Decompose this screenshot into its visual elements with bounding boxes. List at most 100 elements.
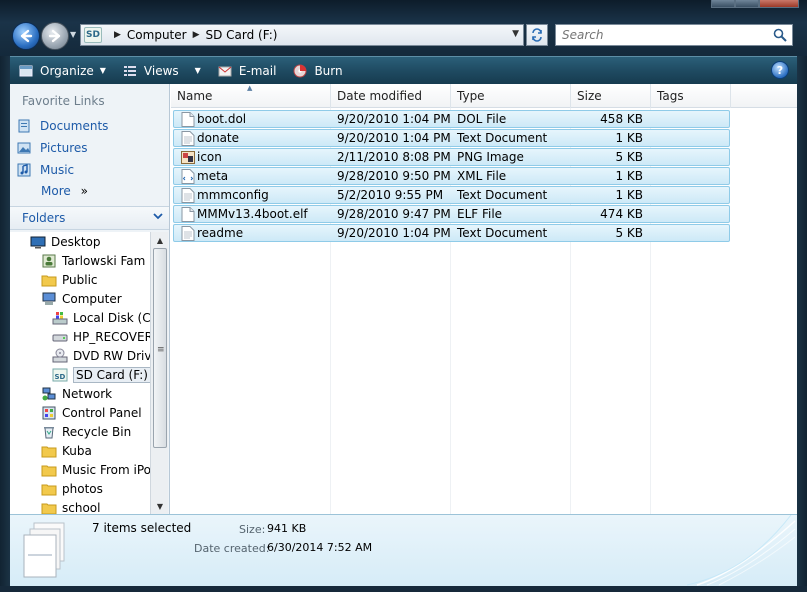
chevron-down-icon: ▼ xyxy=(99,66,106,75)
folder-icon xyxy=(41,462,57,478)
file-size: 474 KB xyxy=(600,207,643,221)
tree-item[interactable]: Computer xyxy=(41,289,122,308)
minimize-button[interactable] xyxy=(711,0,735,8)
forward-arrow-icon xyxy=(48,29,61,43)
search-input[interactable] xyxy=(562,28,762,42)
tree-item[interactable]: Network xyxy=(41,384,112,403)
address-bar[interactable]: SD ▶ Computer ▶ SD Card (F:) ▼ xyxy=(80,24,524,46)
tree-item[interactable]: SD SD Card (F:) xyxy=(52,365,150,384)
date-created-label: Date created: xyxy=(194,542,270,555)
text-file-icon xyxy=(181,226,195,241)
file-type: Text Document xyxy=(457,188,548,202)
file-name: mmmconfig xyxy=(197,188,269,202)
folder-icon xyxy=(41,272,57,288)
tree-item[interactable]: Music From iPod xyxy=(41,460,150,479)
file-name: icon xyxy=(197,150,222,164)
xml-file-icon xyxy=(181,169,195,184)
tree-item[interactable]: Control Panel xyxy=(41,403,142,422)
file-row[interactable]: meta 9/28/2010 9:50 PM XML File 1 KB xyxy=(173,167,730,185)
email-button[interactable]: E-mail xyxy=(209,57,285,85)
tree-item[interactable]: DVD RW Drive xyxy=(52,346,150,365)
desktop-icon xyxy=(30,234,46,250)
file-name: readme xyxy=(197,226,244,240)
organize-button[interactable]: Organize ▼ xyxy=(10,57,114,85)
search-box[interactable] xyxy=(555,24,793,46)
tree-item[interactable]: Recycle Bin xyxy=(41,422,131,441)
favorite-link-documents[interactable]: Documents xyxy=(16,116,108,136)
email-label: E-mail xyxy=(238,63,277,78)
tree-item-label: Public xyxy=(62,272,98,287)
tree-item-label: Desktop xyxy=(51,234,101,249)
file-row[interactable]: MMMv13.4boot.elf 9/28/2010 9:47 PM ELF Fil… xyxy=(173,205,730,223)
selected-count: 7 items selected xyxy=(92,521,192,535)
close-button[interactable] xyxy=(759,0,799,8)
tree-item-label: photos xyxy=(62,481,103,496)
command-bar: Organize ▼ Views ▼ E-mail Burn ? xyxy=(10,56,797,84)
column-header-size[interactable]: Size xyxy=(571,84,651,108)
file-type: PNG Image xyxy=(457,150,524,164)
scroll-up-icon[interactable]: ▲ xyxy=(151,232,169,248)
network-icon xyxy=(41,386,57,402)
search-icon[interactable] xyxy=(773,28,787,42)
tree-item-label: HP_RECOVERY xyxy=(73,329,150,344)
folder-tree-scrollbar[interactable]: ▲ ≡ ▼ xyxy=(150,232,168,514)
file-row[interactable]: boot.dol 9/20/2010 1:04 PM DOL File 458 KB xyxy=(173,110,730,128)
tree-item[interactable]: HP_RECOVERY xyxy=(52,327,150,346)
breadcrumb-sd-card[interactable]: SD Card (F:) xyxy=(206,28,278,42)
tree-item-label: Kuba xyxy=(62,443,92,458)
favorite-link-pictures[interactable]: Pictures xyxy=(16,138,88,158)
drive-icon xyxy=(52,329,68,345)
tree-item[interactable]: school xyxy=(41,498,100,514)
window-frame-bottom xyxy=(0,586,807,592)
column-header-tags[interactable]: Tags xyxy=(651,84,731,108)
folders-bar[interactable]: Folders xyxy=(10,206,169,230)
breadcrumb-computer[interactable]: Computer xyxy=(127,28,187,42)
file-type: Text Document xyxy=(457,131,548,145)
help-button[interactable]: ? xyxy=(771,61,789,79)
column-header-type[interactable]: Type xyxy=(451,84,571,108)
refresh-icon xyxy=(532,28,542,42)
chevron-down-icon[interactable] xyxy=(153,211,163,224)
address-dropdown-icon[interactable]: ▼ xyxy=(512,29,519,39)
file-row[interactable]: icon 2/11/2010 8:08 PM PNG Image 5 KB xyxy=(173,148,730,166)
tree-item[interactable]: photos xyxy=(41,479,103,498)
favorite-links-header: Favorite Links xyxy=(22,94,105,108)
file-size: 458 KB xyxy=(600,112,643,126)
breadcrumb-separator-icon[interactable]: ▶ xyxy=(193,30,200,40)
recycle-bin-icon xyxy=(41,424,57,440)
column-header-date-modified[interactable]: Date modified xyxy=(331,84,451,108)
favorite-link-label: Music xyxy=(40,163,75,177)
tree-item[interactable]: Local Disk (C:) xyxy=(52,308,150,327)
folder-icon xyxy=(41,443,57,459)
recent-pages-chevron-icon[interactable]: ▼ xyxy=(70,30,76,39)
tree-item[interactable]: Tarlowski Fam xyxy=(41,251,145,270)
tree-item[interactable]: Kuba xyxy=(41,441,92,460)
file-type: DOL File xyxy=(457,112,507,126)
back-button[interactable] xyxy=(12,22,40,50)
tree-item[interactable]: Public xyxy=(41,270,98,289)
file-name: meta xyxy=(197,169,229,183)
tree-item-label: Network xyxy=(62,386,113,401)
file-row[interactable]: readme 9/20/2010 1:04 PM Text Document 5 KB xyxy=(173,224,730,242)
file-size: 5 KB xyxy=(615,226,643,240)
maximize-button[interactable] xyxy=(735,0,759,8)
views-button[interactable]: Views ▼ xyxy=(114,57,209,85)
favorite-link-label: Pictures xyxy=(40,141,88,155)
breadcrumb-separator-icon[interactable]: ▶ xyxy=(114,30,121,40)
chevron-down-icon[interactable]: ▼ xyxy=(195,66,201,75)
scrollbar-thumb[interactable]: ≡ xyxy=(153,248,167,448)
more-links-button[interactable]: More » xyxy=(41,184,88,198)
music-icon xyxy=(16,162,32,178)
file-icon xyxy=(181,207,195,222)
scroll-down-icon[interactable]: ▼ xyxy=(151,498,169,514)
tree-item[interactable]: Desktop xyxy=(30,232,101,251)
file-row[interactable]: mmmconfig 5/2/2010 9:55 PM Text Document 1 … xyxy=(173,186,730,204)
folder-icon xyxy=(41,481,57,497)
favorite-link-music[interactable]: Music xyxy=(16,160,74,180)
file-row[interactable]: donate 9/20/2010 1:04 PM Text Document 1 KB xyxy=(173,129,730,147)
refresh-button[interactable] xyxy=(526,24,548,46)
file-size: 1 KB xyxy=(615,188,643,202)
forward-button[interactable] xyxy=(41,22,69,50)
burn-button[interactable]: Burn xyxy=(284,57,350,85)
details-pane: 7 items selected Size: 941 KB Date creat… xyxy=(10,514,797,586)
